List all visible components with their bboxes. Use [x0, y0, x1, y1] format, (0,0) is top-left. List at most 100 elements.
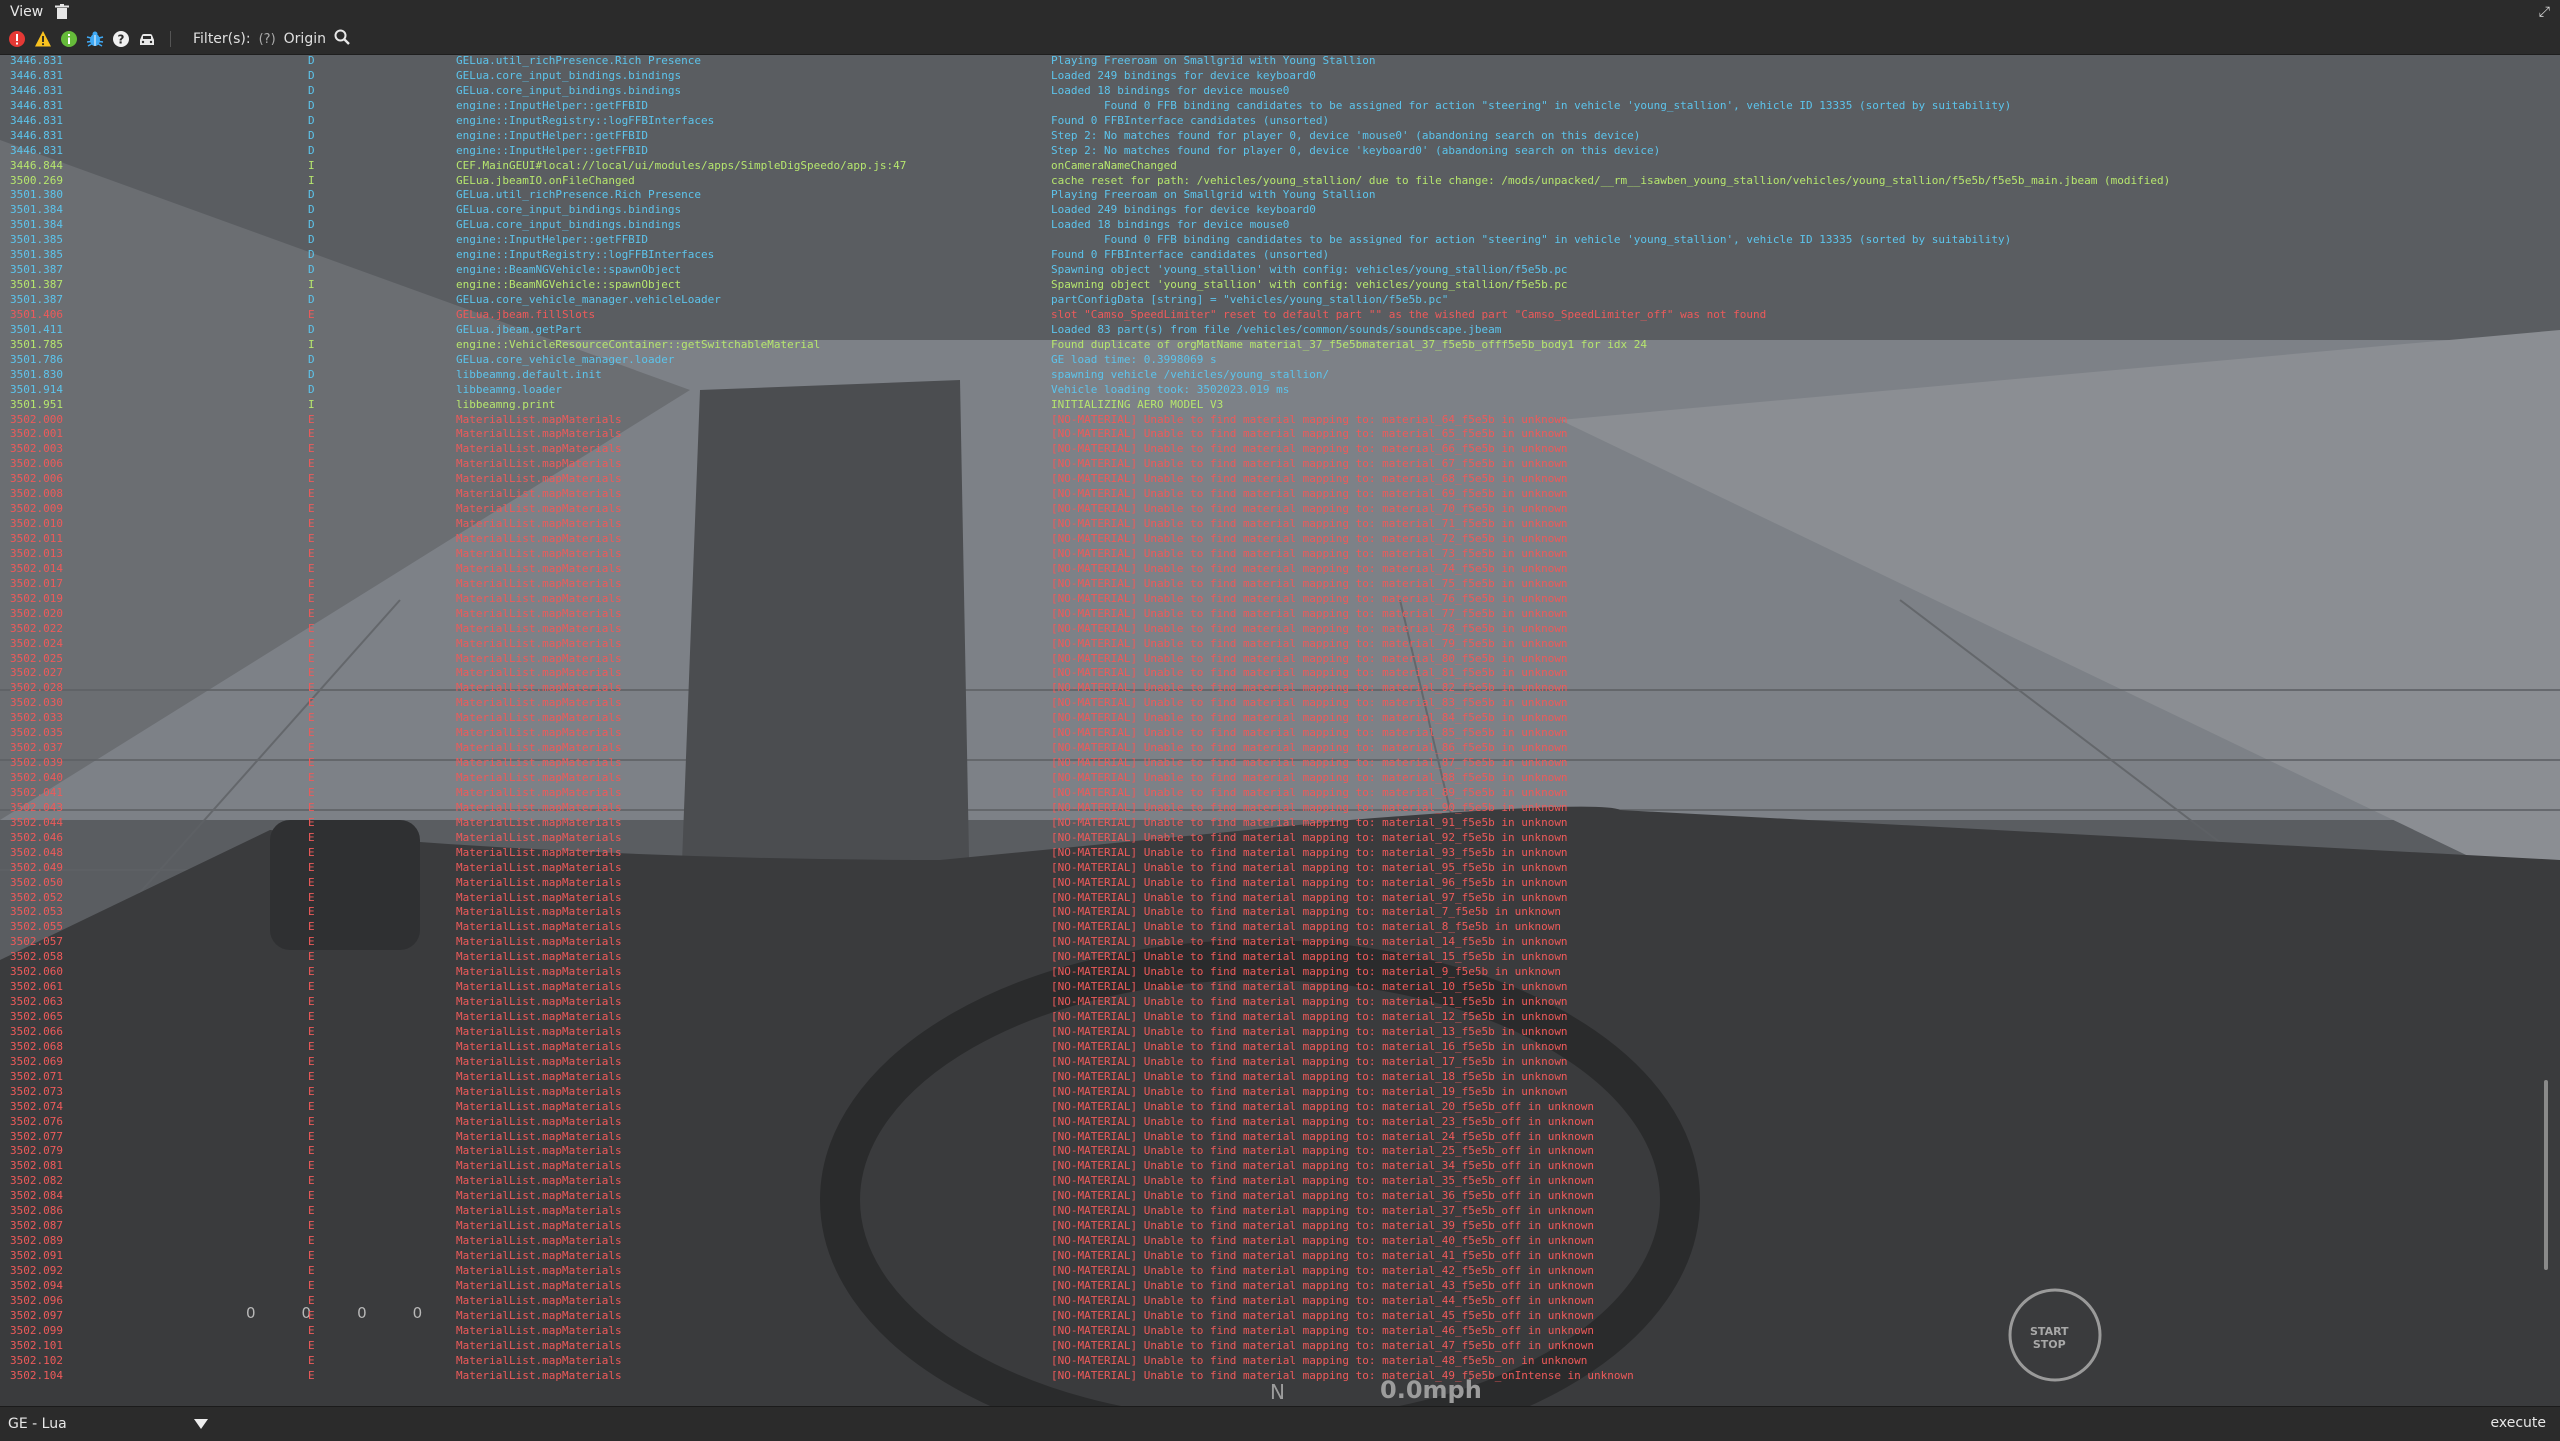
- log-row[interactable]: 3502.092 E MaterialList.mapMaterials [NO-MA…: [6, 1264, 2542, 1279]
- vehicle-filter-icon[interactable]: [138, 30, 156, 48]
- log-row[interactable]: 3502.079 E MaterialList.mapMaterials [NO-MA…: [6, 1144, 2542, 1159]
- log-row[interactable]: 3502.069 E MaterialList.mapMaterials [NO-MA…: [6, 1055, 2542, 1070]
- log-row[interactable]: 3502.104 E MaterialList.mapMaterials [NO-MA…: [6, 1369, 2542, 1384]
- log-row[interactable]: 3502.030 E MaterialList.mapMaterials [NO-MA…: [6, 696, 2542, 711]
- warning-filter-icon[interactable]: [34, 30, 52, 48]
- log-row[interactable]: 3502.039 E MaterialList.mapMaterials [NO-MA…: [6, 756, 2542, 771]
- log-row[interactable]: 3502.013 E MaterialList.mapMaterials [NO-MA…: [6, 547, 2542, 562]
- log-row[interactable]: 3501.785 Iengine::VehicleResourceContaine…: [6, 338, 2542, 353]
- log-row[interactable]: 3502.096 E MaterialList.mapMaterials [NO-MA…: [6, 1294, 2542, 1309]
- log-row[interactable]: 3446.831 D GELua.core_input_bindings.bindi…: [6, 84, 2542, 99]
- trash-icon[interactable]: [55, 4, 70, 20]
- log-row[interactable]: 3502.101 E MaterialList.mapMaterials [NO-MA…: [6, 1339, 2542, 1354]
- log-row[interactable]: 3502.091 E MaterialList.mapMaterials [NO-MA…: [6, 1249, 2542, 1264]
- filter-help[interactable]: (?): [259, 32, 276, 47]
- log-row[interactable]: 3502.081 E MaterialList.mapMaterials [NO-MA…: [6, 1159, 2542, 1174]
- log-row[interactable]: 3502.052 E MaterialList.mapMaterials [NO-MA…: [6, 891, 2542, 906]
- search-icon[interactable]: [334, 29, 350, 49]
- log-row[interactable]: 3502.044 E MaterialList.mapMaterials [NO-MA…: [6, 816, 2542, 831]
- log-row[interactable]: 3501.380 D GELua.util_richPresence.Rich Pr…: [6, 188, 2542, 203]
- log-row[interactable]: 3502.041 E MaterialList.mapMaterials [NO-MA…: [6, 786, 2542, 801]
- log-row[interactable]: 3502.074 E MaterialList.mapMaterials [NO-MA…: [6, 1100, 2542, 1115]
- log-row[interactable]: 3502.003 E MaterialList.mapMaterials [NO-MA…: [6, 442, 2542, 457]
- log-row[interactable]: 3501.385 Dengine::InputHelper::getFFBID F…: [6, 233, 2542, 248]
- log-row[interactable]: 3502.037 E MaterialList.mapMaterials [NO-MA…: [6, 741, 2542, 756]
- log-row[interactable]: 3502.053 E MaterialList.mapMaterials [NO-MA…: [6, 905, 2542, 920]
- log-row[interactable]: 3502.050 E MaterialList.mapMaterials [NO-MA…: [6, 876, 2542, 891]
- log-row[interactable]: 3502.087 E MaterialList.mapMaterials [NO-MA…: [6, 1219, 2542, 1234]
- log-row[interactable]: 3501.406 E GELua.jbeam.fillSlots slot "Cams…: [6, 308, 2542, 323]
- log-row[interactable]: 3501.830 Dlibbeamng.default.init spawning …: [6, 368, 2542, 383]
- log-row[interactable]: 3502.020 E MaterialList.mapMaterials [NO-MA…: [6, 607, 2542, 622]
- execute-button[interactable]: execute: [2490, 1415, 2546, 1431]
- log-row[interactable]: 3502.084 E MaterialList.mapMaterials [NO-MA…: [6, 1189, 2542, 1204]
- log-row[interactable]: 3502.040 E MaterialList.mapMaterials [NO-MA…: [6, 771, 2542, 786]
- chevron-down-icon[interactable]: [194, 1419, 208, 1429]
- log-row[interactable]: 3502.063 E MaterialList.mapMaterials [NO-MA…: [6, 995, 2542, 1010]
- log-row[interactable]: 3502.046 E MaterialList.mapMaterials [NO-MA…: [6, 831, 2542, 846]
- log-row[interactable]: 3502.058 E MaterialList.mapMaterials [NO-MA…: [6, 950, 2542, 965]
- log-row[interactable]: 3446.831 D GELua.core_input_bindings.bindi…: [6, 69, 2542, 84]
- log-row[interactable]: 3502.043 E MaterialList.mapMaterials [NO-MA…: [6, 801, 2542, 816]
- log-row[interactable]: 3502.076 E MaterialList.mapMaterials [NO-MA…: [6, 1115, 2542, 1130]
- log-row[interactable]: 3502.094 E MaterialList.mapMaterials [NO-MA…: [6, 1279, 2542, 1294]
- log-row[interactable]: 3502.066 E MaterialList.mapMaterials [NO-MA…: [6, 1025, 2542, 1040]
- log-row[interactable]: 3502.035 E MaterialList.mapMaterials [NO-MA…: [6, 726, 2542, 741]
- log-row[interactable]: 3502.082 E MaterialList.mapMaterials [NO-MA…: [6, 1174, 2542, 1189]
- origin-filter[interactable]: Origin: [284, 31, 326, 47]
- debug-bug-icon[interactable]: [86, 30, 104, 48]
- log-row[interactable]: 3502.071 E MaterialList.mapMaterials [NO-MA…: [6, 1070, 2542, 1085]
- log-row[interactable]: 3502.006 E MaterialList.mapMaterials [NO-MA…: [6, 457, 2542, 472]
- log-row[interactable]: 3502.024 E MaterialList.mapMaterials [NO-MA…: [6, 637, 2542, 652]
- log-row[interactable]: 3502.057 E MaterialList.mapMaterials [NO-MA…: [6, 935, 2542, 950]
- log-row[interactable]: 3502.099 E MaterialList.mapMaterials [NO-MA…: [6, 1324, 2542, 1339]
- log-row[interactable]: 3446.844 I CEF.MainGEUI#local://local/ui/m…: [6, 159, 2542, 174]
- log-row[interactable]: 3501.914 Dlibbeamng.loader Vehicle loading…: [6, 383, 2542, 398]
- log-row[interactable]: 3502.011 E MaterialList.mapMaterials [NO-MA…: [6, 532, 2542, 547]
- log-row[interactable]: 3502.028 E MaterialList.mapMaterials [NO-MA…: [6, 681, 2542, 696]
- error-filter-icon[interactable]: [8, 30, 26, 48]
- log-row[interactable]: 3502.055 E MaterialList.mapMaterials [NO-MA…: [6, 920, 2542, 935]
- log-row[interactable]: 3502.048 E MaterialList.mapMaterials [NO-MA…: [6, 846, 2542, 861]
- log-row[interactable]: 3502.008 E MaterialList.mapMaterials [NO-MA…: [6, 487, 2542, 502]
- log-row[interactable]: 3502.061 E MaterialList.mapMaterials [NO-MA…: [6, 980, 2542, 995]
- log-row[interactable]: 3502.073 E MaterialList.mapMaterials [NO-MA…: [6, 1085, 2542, 1100]
- log-row[interactable]: 3501.951 Ilibbeamng.print INITIALIZING AER…: [6, 398, 2542, 413]
- log-row[interactable]: 3501.387 Dengine::BeamNGVehicle::spawnObj…: [6, 263, 2542, 278]
- console-log-list[interactable]: 3446.831 D GELua.util_richPresence.Rich Pr…: [6, 54, 2542, 1402]
- log-row[interactable]: 3502.027 E MaterialList.mapMaterials [NO-MA…: [6, 666, 2542, 681]
- log-row[interactable]: 3501.387 Iengine::BeamNGVehicle::spawnObj…: [6, 278, 2542, 293]
- log-row[interactable]: 3502.009 E MaterialList.mapMaterials [NO-MA…: [6, 502, 2542, 517]
- log-row[interactable]: 3502.086 E MaterialList.mapMaterials [NO-MA…: [6, 1204, 2542, 1219]
- log-row[interactable]: 3500.269 I GELua.jbeamIO.onFileChanged cach…: [6, 174, 2542, 189]
- log-row[interactable]: 3502.068 E MaterialList.mapMaterials [NO-MA…: [6, 1040, 2542, 1055]
- log-row[interactable]: 3446.831 Dengine::InputHelper::getFFBID St…: [6, 129, 2542, 144]
- log-row[interactable]: 3502.019 E MaterialList.mapMaterials [NO-MA…: [6, 592, 2542, 607]
- log-row[interactable]: 3502.089 E MaterialList.mapMaterials [NO-MA…: [6, 1234, 2542, 1249]
- log-row[interactable]: 3502.077 E MaterialList.mapMaterials [NO-MA…: [6, 1130, 2542, 1145]
- log-row[interactable]: 3446.831 Dengine::InputRegistry::logFFBIn…: [6, 114, 2542, 129]
- log-row[interactable]: 3502.022 E MaterialList.mapMaterials [NO-MA…: [6, 622, 2542, 637]
- log-row[interactable]: 3502.033 E MaterialList.mapMaterials [NO-MA…: [6, 711, 2542, 726]
- log-row[interactable]: 3502.049 E MaterialList.mapMaterials [NO-MA…: [6, 861, 2542, 876]
- log-row[interactable]: 3501.411 D GELua.jbeam.getPart Loaded 83 pa…: [6, 323, 2542, 338]
- command-input[interactable]: [212, 1411, 2476, 1437]
- log-row[interactable]: 3501.384 D GELua.core_input_bindings.bindi…: [6, 203, 2542, 218]
- log-row[interactable]: 3446.831 Dengine::InputHelper::getFFBID St…: [6, 144, 2542, 159]
- menu-view[interactable]: View: [0, 0, 53, 24]
- log-row[interactable]: 3446.831 Dengine::InputHelper::getFFBID F…: [6, 99, 2542, 114]
- log-row[interactable]: 3502.000 E MaterialList.mapMaterials [NO-MA…: [6, 413, 2542, 428]
- log-row[interactable]: 3502.010 E MaterialList.mapMaterials [NO-MA…: [6, 517, 2542, 532]
- context-select[interactable]: GE - Lua: [8, 1413, 208, 1435]
- log-row[interactable]: 3502.014 E MaterialList.mapMaterials [NO-MA…: [6, 562, 2542, 577]
- info-filter-icon[interactable]: [60, 30, 78, 48]
- log-row[interactable]: 3502.060 E MaterialList.mapMaterials [NO-MA…: [6, 965, 2542, 980]
- log-row[interactable]: 3501.786 D GELua.core_vehicle_manager.load…: [6, 353, 2542, 368]
- log-row[interactable]: 3502.025 E MaterialList.mapMaterials [NO-MA…: [6, 652, 2542, 667]
- log-scrollbar[interactable]: [2544, 1080, 2548, 1270]
- maximize-icon[interactable]: ⤢: [2539, 4, 2550, 20]
- log-row[interactable]: 3501.387 D GELua.core_vehicle_manager.vehi…: [6, 293, 2542, 308]
- log-row[interactable]: 3502.102 E MaterialList.mapMaterials [NO-MA…: [6, 1354, 2542, 1369]
- log-row[interactable]: 3502.065 E MaterialList.mapMaterials [NO-MA…: [6, 1010, 2542, 1025]
- log-row[interactable]: 3502.001 E MaterialList.mapMaterials [NO-MA…: [6, 427, 2542, 442]
